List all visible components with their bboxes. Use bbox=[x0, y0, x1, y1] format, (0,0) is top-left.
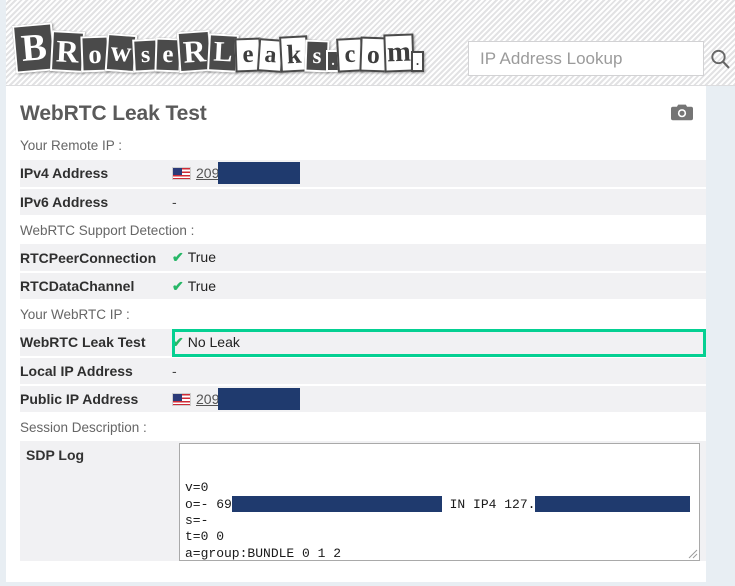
search-icon[interactable] bbox=[709, 48, 731, 70]
camera-icon[interactable] bbox=[671, 103, 693, 121]
check-icon: ✔ bbox=[172, 277, 184, 294]
row-value-text: - bbox=[172, 362, 177, 379]
row-value: - bbox=[172, 356, 706, 386]
content-card: WebRTC Leak Test Your Remote IP : IPv4 Ad… bbox=[6, 86, 706, 582]
sdp-log-textarea[interactable]: v=0 o=- 69 IN IP4 127. s=- t=0 0 a=group:BUN… bbox=[179, 443, 700, 562]
table-row: WebRTC Leak Test ✔ No Leak bbox=[20, 328, 706, 358]
session-section-label: Session Description : bbox=[20, 419, 147, 435]
row-label: Local IP Address bbox=[20, 356, 172, 386]
logo-letter-tile: . bbox=[411, 51, 424, 72]
us-flag-icon bbox=[172, 392, 191, 406]
section-label: Your WebRTC IP : bbox=[20, 307, 130, 323]
sdp-text: t=0 0 bbox=[185, 529, 225, 545]
site-logo[interactable]: BRowseRLeaks.com. bbox=[11, 10, 424, 74]
sdp-log-line: a=group:BUNDLE 0 1 2 bbox=[185, 545, 695, 561]
sdp-text: o=- 69 bbox=[185, 497, 232, 513]
sdp-log-line: s=- bbox=[185, 513, 695, 529]
title-row: WebRTC Leak Test bbox=[6, 86, 706, 132]
ip-lookup-search[interactable] bbox=[468, 41, 730, 76]
redaction-bar bbox=[535, 496, 691, 513]
sdp-text: v=0 bbox=[185, 480, 209, 495]
row-label: WebRTC Leak Test bbox=[20, 328, 172, 358]
table-row: Local IP Address - bbox=[20, 356, 706, 386]
sdp-text: IN IP4 127. bbox=[441, 497, 536, 513]
row-label: RTCPeerConnection bbox=[20, 244, 172, 274]
row-value: 209 bbox=[172, 159, 706, 189]
search-input[interactable] bbox=[469, 48, 709, 69]
page-root: BRowseRLeaks.com. WebRTC Leak Test bbox=[0, 0, 735, 586]
info-table: RTCPeerConnection ✔ True RTCDataChannel ✔ Tru… bbox=[20, 244, 706, 302]
row-value: ✔ True bbox=[172, 244, 706, 274]
sdp-row: SDP Log v=0 o=- 69 IN IP4 127. s=- t=0 0 a=g… bbox=[20, 441, 706, 562]
row-value: ✔ True bbox=[172, 272, 706, 302]
row-label: RTCDataChannel bbox=[20, 272, 172, 302]
sdp-log-line: t=0 0 bbox=[185, 529, 695, 545]
redaction-bar bbox=[218, 387, 301, 410]
row-value-text: No Leak bbox=[187, 333, 240, 350]
table-row: Public IP Address 209 bbox=[20, 384, 706, 414]
site-header: BRowseRLeaks.com. bbox=[6, 0, 735, 86]
ip-address-link[interactable]: 209 bbox=[196, 165, 219, 181]
sdp-row-label: SDP Log bbox=[20, 441, 172, 562]
info-table: IPv4 Address 209 IPv6 Address - bbox=[20, 159, 706, 217]
check-icon: ✔ bbox=[172, 249, 184, 266]
table-row: RTCPeerConnection ✔ True bbox=[20, 244, 706, 274]
sdp-log-line: o=- 69 IN IP4 127. bbox=[185, 496, 695, 513]
row-label: Public IP Address bbox=[20, 384, 172, 414]
sdp-cell: v=0 o=- 69 IN IP4 127. s=- t=0 0 a=group:BUN… bbox=[172, 441, 706, 562]
sdp-text: s=- bbox=[185, 512, 209, 528]
row-value-highlighted: ✔ No Leak bbox=[172, 328, 706, 358]
page-title: WebRTC Leak Test bbox=[20, 102, 207, 125]
resize-grip-icon[interactable] bbox=[688, 549, 698, 559]
info-table: WebRTC Leak Test ✔ No Leak Local IP Address… bbox=[20, 328, 706, 414]
row-value: - bbox=[172, 187, 706, 217]
table-row: RTCDataChannel ✔ True bbox=[20, 272, 706, 302]
section-label: WebRTC Support Detection : bbox=[20, 222, 195, 238]
row-label: IPv4 Address bbox=[20, 159, 172, 189]
sdp-log-line: v=0 bbox=[185, 480, 695, 496]
logo-letter-tile: m bbox=[383, 33, 415, 73]
row-label: IPv6 Address bbox=[20, 187, 172, 217]
row-value-text: True bbox=[187, 277, 217, 294]
section-label: Your Remote IP : bbox=[20, 138, 123, 153]
redaction-bar bbox=[231, 496, 442, 513]
row-value-text: - bbox=[172, 193, 177, 210]
sections-host: Your Remote IP : IPv4 Address 209 IPv6 Addr… bbox=[6, 132, 706, 414]
row-value: 209 bbox=[172, 384, 706, 414]
ip-address-link[interactable]: 209 bbox=[196, 391, 219, 407]
check-icon: ✔ bbox=[172, 333, 184, 350]
table-row: IPv6 Address - bbox=[20, 187, 706, 217]
sdp-text: a=group:BUNDLE 0 1 2 bbox=[185, 545, 342, 561]
us-flag-icon bbox=[172, 167, 191, 181]
redaction-bar bbox=[218, 162, 301, 185]
table-row: IPv4 Address 209 bbox=[20, 159, 706, 189]
row-value-text: True bbox=[187, 249, 217, 266]
